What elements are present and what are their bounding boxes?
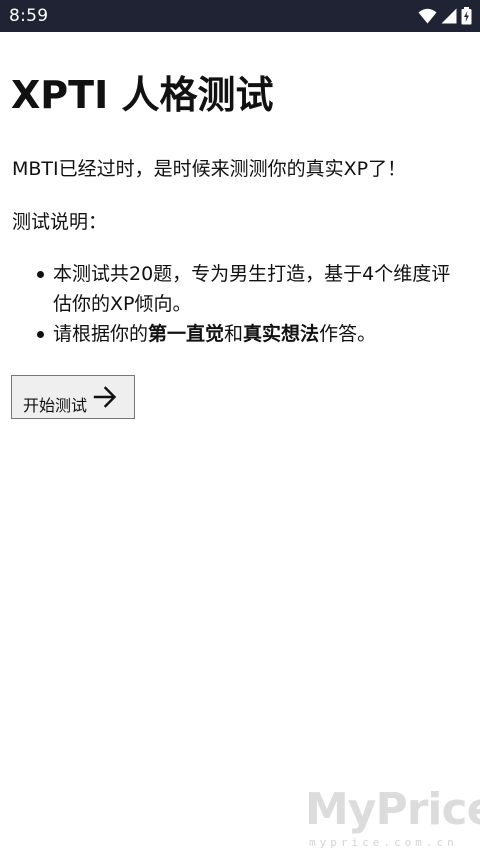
rule-item-question-count: 本测试共20题，专为男生打造，基于4个维度评估你的XP倾向。 <box>12 259 462 319</box>
battery-icon <box>461 7 472 25</box>
start-test-button[interactable]: 开始测试 <box>11 375 135 419</box>
rule-emphasis-first-intuition: 第一直觉 <box>148 323 225 345</box>
rule-text: 本测试共20题，专为男生打造，基于4个维度评估你的XP倾向。 <box>53 263 451 315</box>
status-bar: 8:59 <box>0 0 480 32</box>
arrow-right-icon <box>92 384 118 410</box>
cellular-signal-icon <box>441 8 457 24</box>
main-content: XPTI 人格测试 MBTI已经过时，是时候来测测你的真实XP了！ 测试说明： … <box>0 32 480 853</box>
rule-item-answer-guidance: 请根据你的第一直觉和真实想法作答。 <box>12 319 462 349</box>
status-icons <box>418 7 472 25</box>
rule-connector: 和 <box>224 323 244 345</box>
status-time: 8:59 <box>9 6 49 26</box>
page-title: XPTI 人格测试 <box>11 73 274 117</box>
instructions-heading: 测试说明： <box>12 211 108 233</box>
rule-prefix: 请根据你的 <box>53 323 149 345</box>
rule-suffix: 作答。 <box>319 323 377 345</box>
rule-emphasis-true-thoughts: 真实想法 <box>243 323 320 345</box>
wifi-icon <box>418 8 437 24</box>
start-test-label: 开始测试 <box>23 396 88 415</box>
intro-text: MBTI已经过时，是时候来测测你的真实XP了！ <box>12 158 407 180</box>
rules-list: 本测试共20题，专为男生打造，基于4个维度评估你的XP倾向。 请根据你的第一直觉… <box>12 259 462 349</box>
